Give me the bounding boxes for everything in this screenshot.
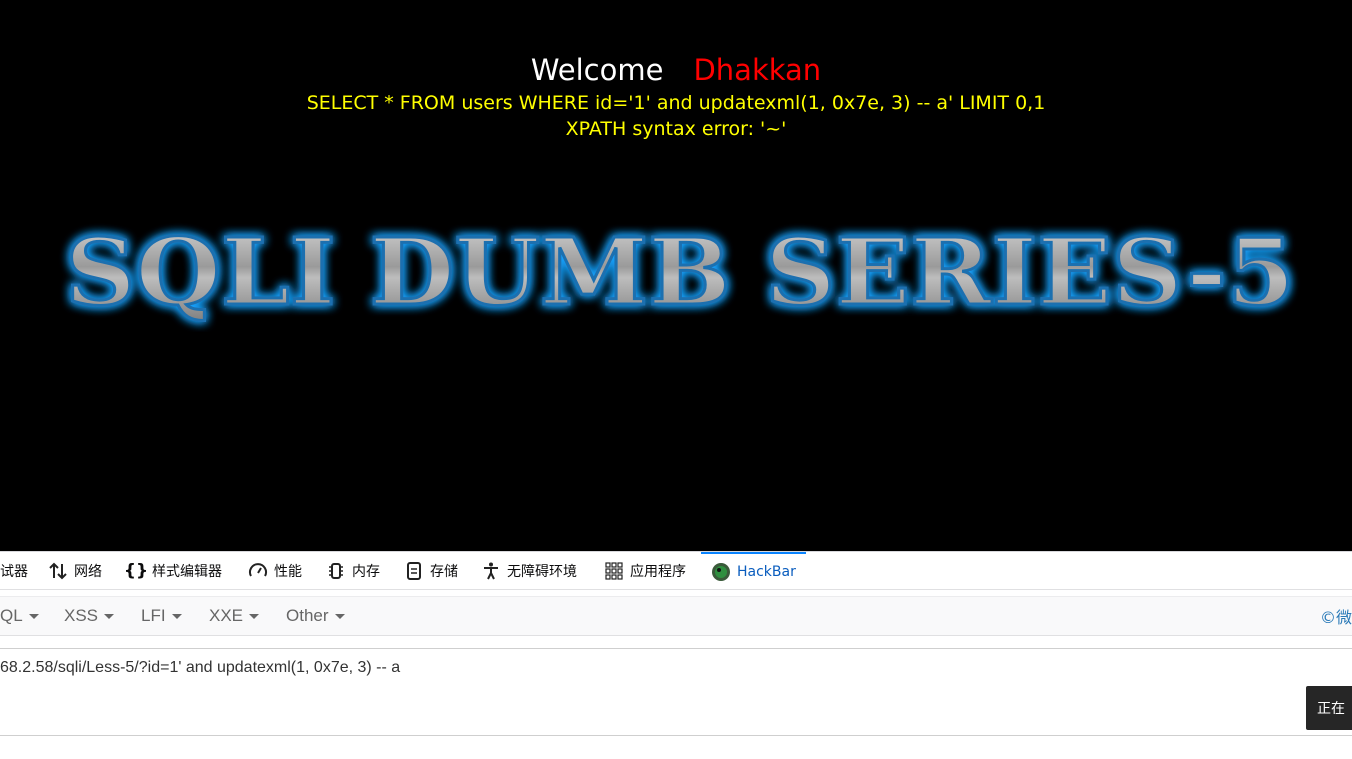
- menu-xss[interactable]: XSS: [64, 597, 115, 635]
- grid-icon: [604, 561, 624, 581]
- menu-other[interactable]: Other: [286, 597, 345, 635]
- xpath-error-text: XPATH syntax error: '~': [565, 118, 787, 140]
- devtools-tab-bar: 试器 网络 {} 样式编辑器 性能 内存 存储 无障碍环境 应用程序 HackB…: [0, 551, 1352, 590]
- tab-label: 网络: [74, 563, 102, 580]
- menu-sql[interactable]: QL: [0, 597, 39, 635]
- tab-application[interactable]: 应用程序: [604, 552, 686, 589]
- welcome-line: Welcome Dhakkan: [0, 51, 1352, 89]
- accessibility-icon: [481, 561, 501, 581]
- tab-label: HackBar: [737, 563, 796, 580]
- menu-label: XSS: [64, 606, 99, 625]
- banner-logo: SQLI DUMB SERIES-5: [64, 217, 1297, 328]
- menu-lfi[interactable]: LFI: [141, 597, 182, 635]
- copyright-link[interactable]: ©微: [1320, 597, 1352, 635]
- tab-label: 内存: [352, 563, 380, 580]
- chevron-down-icon: [334, 613, 345, 619]
- tab-label: 性能: [274, 563, 302, 580]
- menu-label: LFI: [141, 606, 166, 625]
- braces-icon: {}: [123, 560, 149, 581]
- menu-label: QL: [0, 606, 23, 625]
- url-input-value: 68.2.58/sqli/Less-5/?id=1' and updatexml…: [0, 659, 401, 676]
- tab-hackbar[interactable]: HackBar: [701, 552, 806, 589]
- tab-debugger[interactable]: 试器: [0, 552, 28, 589]
- sql-query-text: SELECT * FROM users WHERE id='1' and upd…: [306, 92, 1046, 114]
- chevron-down-icon: [171, 613, 182, 619]
- chevron-down-icon: [104, 613, 115, 619]
- tab-storage[interactable]: 存储: [404, 552, 458, 589]
- tab-style-editor[interactable]: {} 样式编辑器: [123, 552, 222, 589]
- tab-network[interactable]: 网络: [48, 552, 102, 589]
- memory-icon: [326, 561, 346, 581]
- tab-label: 样式编辑器: [152, 563, 222, 580]
- loading-tooltip: 正在: [1306, 686, 1352, 730]
- chevron-down-icon: [28, 613, 39, 619]
- network-icon: [48, 561, 68, 581]
- url-textarea[interactable]: 68.2.58/sqli/Less-5/?id=1' and updatexml…: [0, 648, 1352, 736]
- menu-label: XXE: [209, 606, 244, 625]
- hackbar-icon: [711, 562, 731, 582]
- storage-icon: [404, 561, 424, 581]
- tab-memory[interactable]: 内存: [326, 552, 380, 589]
- tab-accessibility[interactable]: 无障碍环境: [481, 552, 577, 589]
- menu-label: Other: [286, 606, 329, 625]
- banner-text: SQLI DUMB SERIES-5: [65, 218, 1295, 326]
- hackbar-toolbar: QL XSS LFI XXE Other ©微: [0, 596, 1352, 636]
- username-text: Dhakkan: [693, 53, 822, 87]
- tab-label: 试器: [0, 563, 28, 580]
- web-page: Welcome Dhakkan SELECT * FROM users WHERE…: [0, 0, 1352, 551]
- tab-label: 应用程序: [630, 563, 686, 580]
- gauge-icon: [248, 561, 268, 581]
- tab-label: 存储: [430, 563, 458, 580]
- chevron-down-icon: [249, 613, 260, 619]
- tab-performance[interactable]: 性能: [248, 552, 302, 589]
- welcome-text: Welcome: [530, 53, 664, 87]
- devtools-panel: 试器 网络 {} 样式编辑器 性能 内存 存储 无障碍环境 应用程序 HackB…: [0, 551, 1352, 759]
- tab-label: 无障碍环境: [507, 563, 577, 580]
- menu-xxe[interactable]: XXE: [209, 597, 260, 635]
